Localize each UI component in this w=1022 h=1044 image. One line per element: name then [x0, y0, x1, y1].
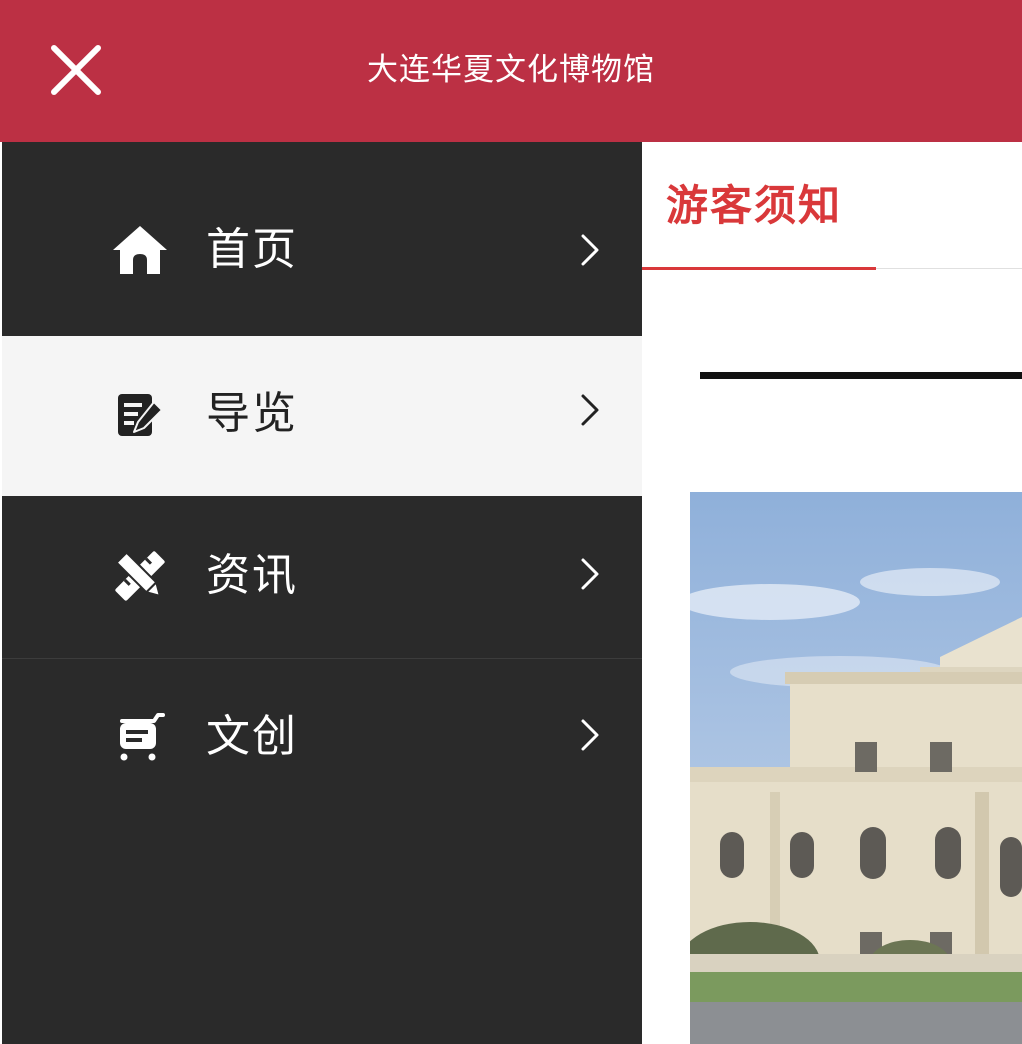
active-tab-indicator — [642, 267, 876, 270]
home-icon — [113, 226, 167, 274]
main-content: 游客须知 — [642, 142, 1022, 1044]
chevron-right-icon — [581, 234, 599, 266]
sidebar-item-label: 文创 — [206, 711, 298, 762]
museum-building-photo — [690, 492, 1022, 1044]
chevron-right-icon — [581, 719, 599, 751]
pencil-ruler-icon — [115, 551, 165, 601]
sidebar-item-guide[interactable]: 导览 — [2, 336, 642, 496]
tab-visitor-notice[interactable]: 游客须知 — [666, 178, 842, 234]
sidebar-item-news[interactable]: 资讯 — [2, 496, 642, 658]
sidebar-item-label: 导览 — [206, 388, 298, 439]
site-title: 大连华夏文化博物馆 — [367, 52, 655, 88]
chevron-right-icon — [581, 394, 599, 426]
sidebar-item-label: 资讯 — [206, 550, 298, 601]
sidebar-item-home[interactable]: 首页 — [2, 142, 642, 336]
tab-bar-divider — [876, 268, 1022, 269]
chevron-right-icon — [581, 558, 599, 590]
shopping-cart-icon — [120, 713, 165, 761]
sidebar-item-creative[interactable]: 文创 — [2, 659, 642, 819]
sidebar-item-label: 首页 — [206, 224, 298, 275]
section-divider — [700, 372, 1022, 379]
edit-note-icon — [118, 394, 163, 436]
top-header-bar: 大连华夏文化博物馆 — [0, 0, 1022, 142]
side-navigation: 首页 导览 资讯 文创 — [2, 142, 642, 1044]
